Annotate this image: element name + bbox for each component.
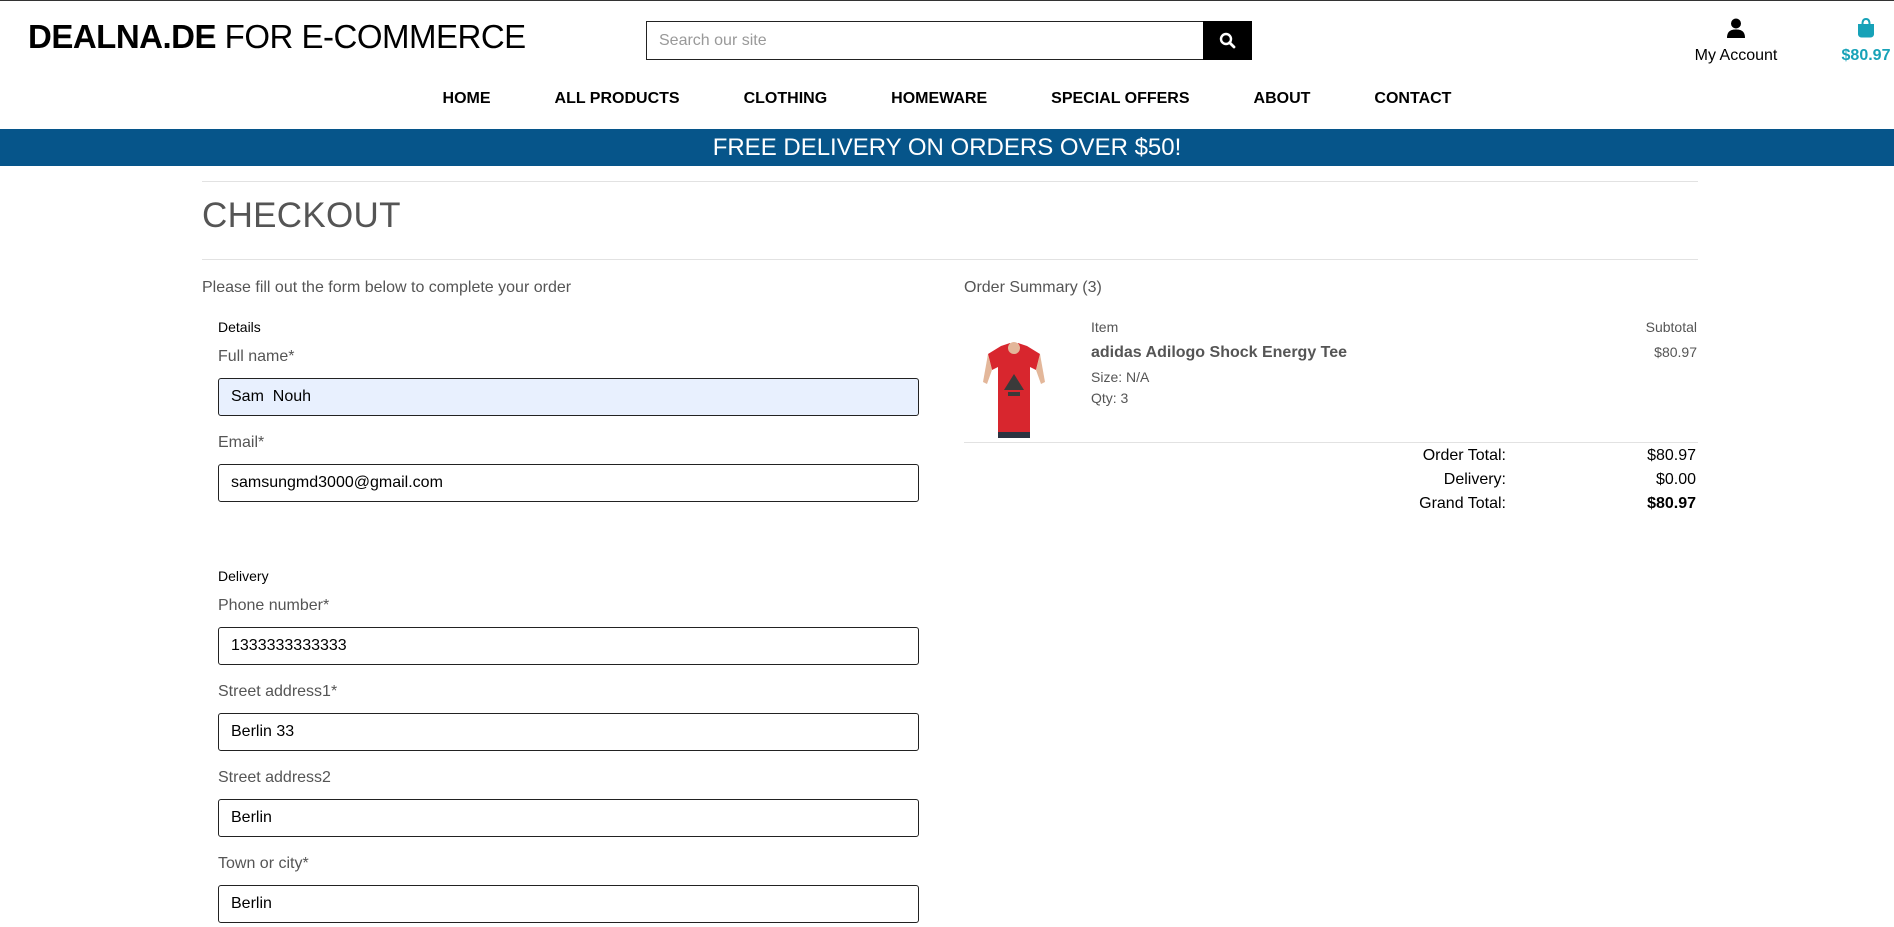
product-name[interactable]: adidas Adilogo Shock Energy Tee: [1091, 344, 1347, 362]
nav-home[interactable]: HOME: [411, 90, 523, 108]
street-address2-field[interactable]: [218, 799, 919, 837]
subtotal-column-header: Subtotal: [1645, 319, 1697, 335]
product-size: Size: N/A: [1091, 369, 1150, 385]
phone-label: Phone number*: [218, 597, 330, 614]
nav-clothing[interactable]: CLOTHING: [712, 90, 860, 108]
street-address1-field[interactable]: [218, 713, 919, 751]
email-label: Email*: [218, 434, 265, 451]
page-title: CHECKOUT: [202, 196, 401, 235]
town-label: Town or city*: [218, 855, 309, 872]
delivery-cost-value: $0.00: [1655, 471, 1696, 488]
my-account-label: My Account: [1694, 47, 1778, 64]
delivery-legend: Delivery: [218, 568, 269, 584]
product-subtotal: $80.97: [1654, 344, 1697, 360]
brand-tagline: FOR E-COMMERCE: [216, 18, 527, 55]
full-name-label: Full name*: [218, 348, 295, 365]
main-nav: HOME ALL PRODUCTS CLOTHING HOMEWARE SPEC…: [0, 90, 1894, 108]
search-form: [646, 21, 1252, 60]
search-icon: [1219, 32, 1236, 49]
shopping-bag-icon: [1858, 17, 1874, 38]
order-total-label: Order Total:: [1422, 447, 1506, 464]
top-border: [0, 0, 1894, 1]
full-name-field[interactable]: [218, 378, 919, 416]
grand-total-value: $80.97: [1647, 495, 1696, 512]
email-field[interactable]: [218, 464, 919, 502]
nav-about[interactable]: ABOUT: [1222, 90, 1343, 108]
brand-name: DEALNA.DE: [28, 18, 217, 55]
details-legend: Details: [218, 319, 261, 335]
nav-special-offers[interactable]: SPECIAL OFFERS: [1019, 90, 1221, 108]
site-logo[interactable]: DEALNA.DE FOR E-COMMERCE: [28, 18, 526, 56]
item-column-header: Item: [1091, 319, 1119, 335]
nav-homeware[interactable]: HOMEWARE: [859, 90, 1019, 108]
divider: [202, 259, 1698, 260]
order-summary-heading: Order Summary (3): [964, 279, 1102, 296]
my-account-link[interactable]: My Account: [1688, 18, 1784, 65]
user-icon: [1727, 18, 1745, 38]
search-button[interactable]: [1203, 21, 1252, 60]
phone-field[interactable]: [218, 627, 919, 665]
street-address1-label: Street address1*: [218, 683, 338, 700]
bag-total: $80.97: [1841, 47, 1891, 64]
nav-all-products[interactable]: ALL PRODUCTS: [523, 90, 712, 108]
town-field[interactable]: [218, 885, 919, 923]
product-qty: Qty: 3: [1091, 390, 1129, 406]
delivery-banner-text: FREE DELIVERY ON ORDERS OVER $50!: [712, 133, 1182, 161]
divider: [202, 181, 1698, 182]
checkout-intro: Please fill out the form below to comple…: [202, 279, 572, 296]
grand-total-label: Grand Total:: [1419, 495, 1506, 512]
summary-divider: [964, 442, 1698, 443]
order-total-value: $80.97: [1647, 447, 1696, 464]
product-image[interactable]: [974, 340, 1054, 440]
nav-contact[interactable]: CONTACT: [1342, 90, 1483, 108]
street-address2-label: Street address2: [218, 769, 331, 786]
shopping-bag-link[interactable]: $80.97: [1818, 17, 1894, 65]
delivery-banner: FREE DELIVERY ON ORDERS OVER $50!: [0, 129, 1894, 166]
search-input[interactable]: [646, 21, 1203, 60]
delivery-cost-label: Delivery:: [1443, 471, 1506, 488]
